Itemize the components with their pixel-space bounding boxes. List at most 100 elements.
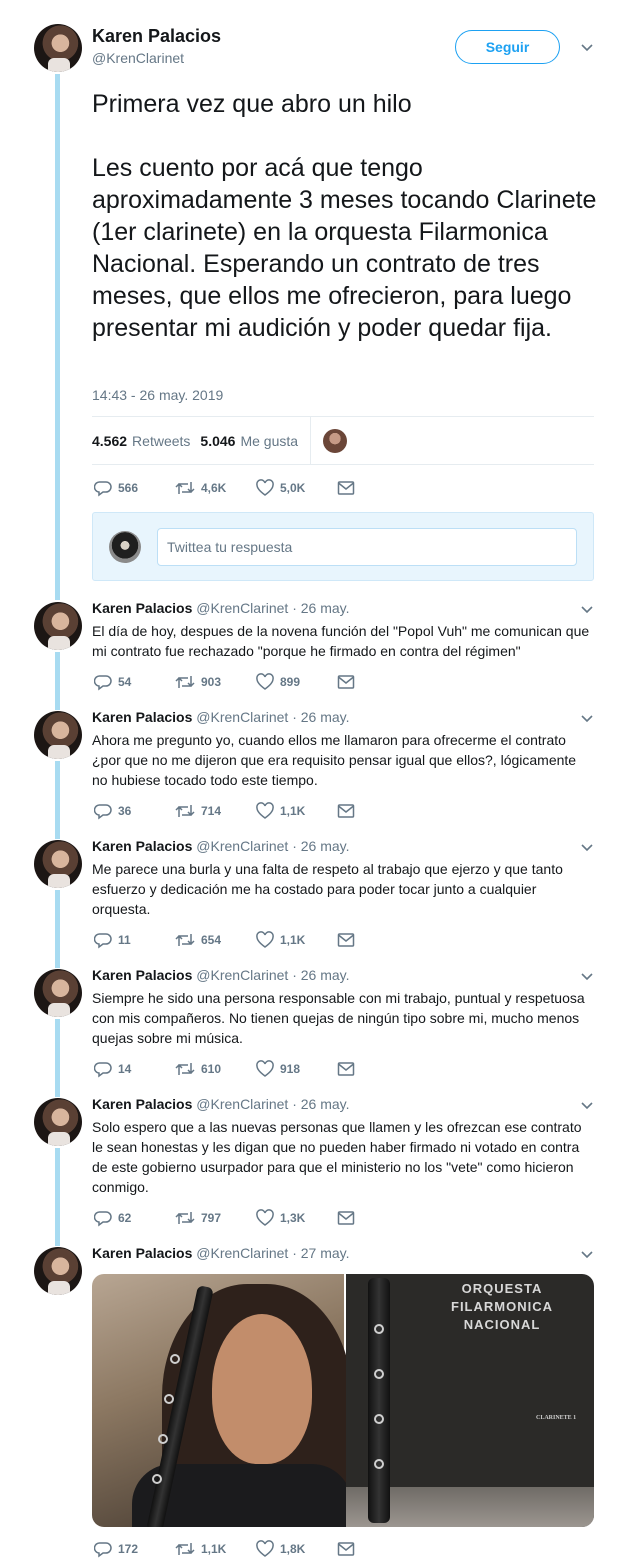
like-button[interactable]: 1,1K: [256, 931, 337, 949]
tweet-text: Primera vez que abro un hilo Les cuento …: [92, 90, 597, 342]
author-name[interactable]: Karen Palacios: [92, 838, 192, 854]
clarinet-key: [158, 1434, 168, 1444]
likes-stat[interactable]: 5.046 Me gusta: [200, 433, 298, 449]
chevron-down-icon[interactable]: [580, 1250, 594, 1260]
dm-button[interactable]: [337, 803, 418, 819]
retweets-label: Retweets: [132, 432, 191, 449]
retweet-button[interactable]: 714: [175, 802, 256, 820]
dm-button[interactable]: [337, 674, 418, 690]
liker-avatar[interactable]: [323, 429, 347, 453]
tweet-text: Siempre he sido una persona responsable …: [92, 990, 585, 1046]
reply-count: 11: [118, 933, 131, 947]
chevron-down-icon[interactable]: [580, 605, 594, 615]
tweet-text: El día de hoy, despues de la novena func…: [92, 623, 590, 659]
like-button[interactable]: 1,8K: [256, 1540, 337, 1558]
heart-icon: [256, 931, 274, 948]
tweet-header: Karen Palacios @KrenClarinet · 26 may.: [92, 600, 350, 616]
like-count: 918: [280, 1062, 301, 1076]
retweet-icon: [175, 805, 195, 817]
retweet-button[interactable]: 1,1K: [175, 1540, 256, 1558]
tweet-date[interactable]: · 26 may.: [292, 600, 349, 616]
tweet-date[interactable]: · 26 may.: [292, 838, 349, 854]
chevron-down-icon[interactable]: [580, 843, 594, 853]
retweet-button[interactable]: 797: [175, 1209, 256, 1227]
chevron-down-icon[interactable]: [580, 972, 594, 982]
dm-button[interactable]: [337, 932, 418, 948]
author-handle[interactable]: @KrenClarinet: [196, 967, 288, 983]
tweet-text: Ahora me pregunto yo, cuando ellos me ll…: [92, 732, 577, 788]
envelope-icon: [337, 675, 355, 689]
tweet-actions: 62 797 1,3K: [94, 1208, 418, 1228]
dm-button[interactable]: [337, 1061, 418, 1077]
author-handle[interactable]: @KrenClarinet: [196, 838, 288, 854]
like-count: 1,1K: [280, 933, 306, 947]
like-button[interactable]: 918: [256, 1060, 337, 1078]
author-handle[interactable]: @KrenClarinet: [92, 50, 184, 66]
like-count: 1,1K: [280, 804, 306, 818]
avatar[interactable]: [34, 711, 82, 759]
follow-button[interactable]: Seguir: [455, 30, 560, 64]
tweet-date[interactable]: · 26 may.: [292, 1096, 349, 1112]
author-name[interactable]: Karen Palacios: [92, 26, 221, 47]
reply-button[interactable]: 11: [94, 931, 175, 949]
like-button[interactable]: 899: [256, 673, 337, 691]
chevron-down-icon[interactable]: [580, 43, 594, 53]
dm-button[interactable]: [337, 480, 418, 496]
reply-button[interactable]: 14: [94, 1060, 175, 1078]
author-name[interactable]: Karen Palacios: [92, 1245, 192, 1261]
reply-icon: [94, 481, 112, 497]
reply-button[interactable]: 36: [94, 802, 175, 820]
avatar[interactable]: [34, 1098, 82, 1146]
author-handle[interactable]: @KrenClarinet: [196, 1096, 288, 1112]
like-button[interactable]: 1,3K: [256, 1209, 337, 1227]
avatar[interactable]: [34, 840, 82, 888]
retweet-icon: [175, 934, 195, 946]
reply-input[interactable]: Twittea tu respuesta: [157, 528, 577, 566]
tweet-header: Karen Palacios @KrenClarinet · 26 may.: [92, 1096, 350, 1112]
avatar[interactable]: [34, 602, 82, 650]
selfie-photo[interactable]: [92, 1274, 352, 1527]
tweet-text: Me parece una burla y una falta de respe…: [92, 861, 563, 917]
photo-face: [212, 1314, 312, 1464]
reply-count: 54: [118, 675, 132, 689]
chevron-down-icon[interactable]: [580, 714, 594, 724]
author-name[interactable]: Karen Palacios: [92, 600, 192, 616]
divider: [92, 464, 594, 465]
author-handle[interactable]: @KrenClarinet: [196, 600, 288, 616]
tweet-media[interactable]: ORQUESTA FILARMONICA NACIONAL CLARINETE …: [92, 1274, 594, 1527]
author-name[interactable]: Karen Palacios: [92, 967, 192, 983]
chevron-down-icon[interactable]: [580, 1101, 594, 1111]
retweet-button[interactable]: 903: [175, 673, 256, 691]
author-name[interactable]: Karen Palacios: [92, 1096, 192, 1112]
author-handle[interactable]: @KrenClarinet: [196, 1245, 288, 1261]
like-button[interactable]: 5,0K: [256, 479, 337, 497]
retweet-button[interactable]: 654: [175, 931, 256, 949]
divider: [310, 417, 311, 464]
author-handle[interactable]: @KrenClarinet: [196, 709, 288, 725]
folder-photo[interactable]: ORQUESTA FILARMONICA NACIONAL CLARINETE …: [346, 1274, 594, 1527]
retweets-stat[interactable]: 4.562 Retweets: [92, 433, 190, 449]
dm-button[interactable]: [337, 1210, 418, 1226]
retweet-button[interactable]: 4,6K: [175, 479, 256, 497]
tweet-date[interactable]: · 26 may.: [292, 967, 349, 983]
retweet-button[interactable]: 610: [175, 1060, 256, 1078]
retweet-count: 4,6K: [201, 481, 227, 495]
dm-button[interactable]: [337, 1541, 418, 1557]
avatar[interactable]: [34, 969, 82, 1017]
like-button[interactable]: 1,1K: [256, 802, 337, 820]
tweet-date[interactable]: · 27 may.: [292, 1245, 349, 1261]
envelope-icon: [337, 1062, 355, 1076]
reply-button[interactable]: 54: [94, 673, 175, 691]
author-name[interactable]: Karen Palacios: [92, 709, 192, 725]
user-avatar: [109, 531, 141, 563]
reply-button[interactable]: 172: [94, 1540, 175, 1558]
reply-button[interactable]: 62: [94, 1209, 175, 1227]
tweet-date[interactable]: · 26 may.: [292, 709, 349, 725]
heart-icon: [256, 1540, 274, 1557]
avatar[interactable]: [34, 1247, 82, 1295]
envelope-icon: [337, 1211, 355, 1225]
reply-button[interactable]: 566: [94, 479, 175, 497]
tweet-timestamp[interactable]: 14:43 - 26 may. 2019: [92, 387, 223, 403]
reply-icon: [94, 1062, 112, 1078]
avatar[interactable]: [34, 24, 82, 72]
